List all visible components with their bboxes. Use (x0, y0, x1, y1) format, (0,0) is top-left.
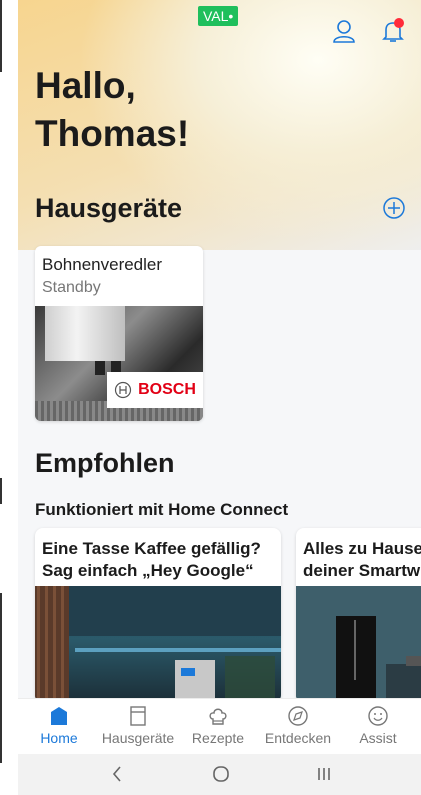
kitchen-image (296, 586, 421, 703)
tab-label: Rezepte (191, 730, 245, 746)
bosch-logo: BOSCH (107, 372, 203, 408)
recommendation-title-line-1: Eine Tasse Kaffee gefällig? (42, 539, 261, 558)
appliances-title: Hausgeräte (35, 193, 183, 223)
system-nav-bar (18, 754, 421, 795)
tab-assist[interactable]: Assist (354, 699, 402, 755)
recommended-subtitle: Funktioniert mit Home Connect (35, 500, 289, 519)
chef-hat-icon (209, 708, 227, 725)
home-button-icon[interactable] (211, 764, 231, 790)
tab-label: Hausgeräte (101, 730, 175, 746)
tab-recipes[interactable]: Rezepte (191, 699, 245, 755)
recommendation-title-line-2: Sag einfach „Hey Google“ (42, 561, 254, 580)
recommendation-card-google[interactable]: Eine Tasse Kaffee gefällig? Sag einfach … (35, 528, 281, 703)
app-screen: VAL• Hallo, Thomas! Hausgeräte Bohnenver… (18, 0, 421, 795)
tab-appliances[interactable]: Hausgeräte (102, 699, 174, 755)
machine-body (45, 306, 125, 361)
recommendation-title-line-2: deiner Smartw (303, 561, 421, 580)
left-edge-line-bottom (0, 593, 2, 763)
back-icon[interactable] (110, 764, 124, 790)
recent-apps-icon[interactable] (314, 764, 334, 790)
tab-label: Assist (359, 730, 397, 746)
smiley-icon (368, 706, 388, 726)
left-edge-line-mid (0, 478, 2, 504)
tab-label: Home (40, 730, 78, 746)
appliance-name: Bohnenveredler (42, 255, 163, 274)
coffee-machine-image: BOSCH (35, 306, 203, 421)
kitchen-image (35, 586, 281, 703)
greeting-line-2: Thomas! (35, 113, 190, 154)
tab-label: Entdecken (264, 730, 332, 746)
recommended-title: Empfohlen (35, 448, 175, 478)
greeting: Hallo, Thomas! (35, 62, 189, 158)
tab-home[interactable]: Home (34, 699, 84, 755)
status-badge: VAL• (198, 6, 239, 26)
recommendation-title: Eine Tasse Kaffee gefällig? Sag einfach … (42, 538, 261, 582)
home-icon (51, 707, 67, 725)
recommendation-title: Alles zu Hause deiner Smartw (303, 538, 421, 582)
add-appliance-icon[interactable] (382, 196, 406, 220)
recommendation-card-smartwatch[interactable]: Alles zu Hause deiner Smartw (296, 528, 421, 703)
appliance-card[interactable]: Bohnenveredler Standby BOSCH (35, 246, 203, 421)
appliance-icon (130, 706, 146, 726)
bosch-brand-text: BOSCH (138, 381, 196, 398)
greeting-line-1: Hallo, (35, 65, 136, 106)
notification-bell-icon[interactable] (380, 18, 406, 44)
compass-icon (288, 706, 308, 726)
tab-discover[interactable]: Entdecken (262, 699, 334, 755)
recommendation-title-line-1: Alles zu Hause (303, 539, 421, 558)
profile-icon[interactable] (331, 18, 357, 44)
left-edge-line-top (0, 0, 2, 72)
bottom-tab-bar: Home Hausgeräte Rezepte Entdecken Assist (18, 698, 421, 755)
coffee-spout (95, 361, 105, 375)
appliance-status: Standby (42, 279, 101, 296)
